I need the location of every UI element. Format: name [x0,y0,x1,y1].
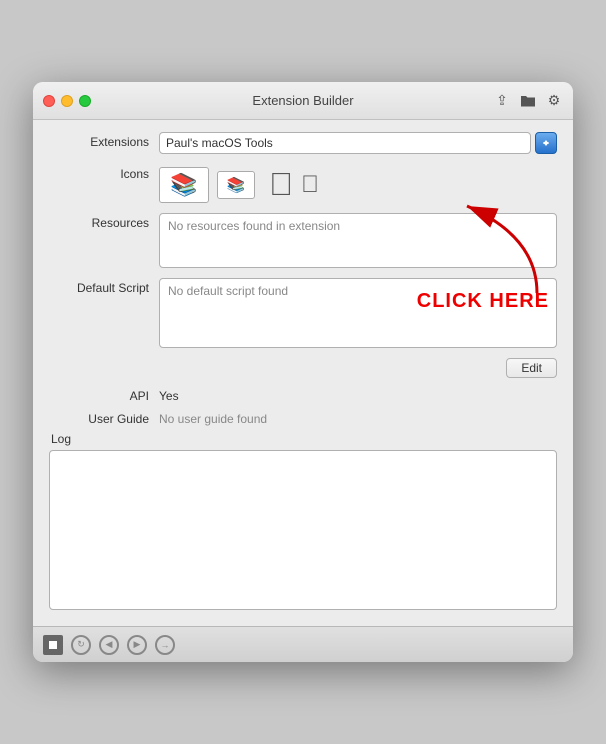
icon-box-large[interactable]: 📚 [159,167,209,203]
window-title: Extension Builder [252,93,353,108]
share-icon[interactable]: → [155,635,175,655]
userguide-row: User Guide No user guide found [49,409,557,426]
default-script-value: No default script found [159,278,557,348]
bottom-bar: ↻ ◀ ▶ → [33,626,573,662]
api-value: Yes [159,387,557,403]
resources-label: Resources [49,213,159,230]
icon-box-small[interactable]: 📚 [217,171,255,199]
book-small-icon: 📚 [227,176,246,194]
back-icon[interactable]: ◀ [99,635,119,655]
form-content: Extensions Icons 📚 📚 [33,120,573,626]
default-script-row: Default Script No default script found C… [49,278,557,348]
folder-icon[interactable] [517,90,539,112]
extensions-row: Extensions [49,132,557,154]
icons-field: 📚 📚   [159,164,557,203]
apple-icon-large:  [269,166,293,203]
api-row: API Yes [49,386,557,403]
gear-icon[interactable]: ⚙ [543,90,565,112]
api-label: API [49,386,159,403]
icons-row: Icons 📚 📚   [49,164,557,203]
log-section: Log [49,432,557,610]
user-guide-value: No user guide found [159,410,557,426]
edit-button[interactable]: Edit [506,358,557,378]
refresh-icon[interactable]: ↻ [71,635,91,655]
log-area[interactable] [49,450,557,610]
resources-value: No resources found in extension [159,213,557,268]
icons-label: Icons [49,164,159,181]
default-script-field: No default script found CLICK HERE [159,278,557,348]
extensions-label: Extensions [49,132,159,149]
apple-icon-small:  [301,171,319,199]
extensions-select-button[interactable] [535,132,557,154]
titlebar: Extension Builder ⇪ ⚙ [33,82,573,120]
maximize-button[interactable] [79,95,91,107]
log-label: Log [49,432,557,446]
user-guide-label: User Guide [49,409,159,426]
main-window: Extension Builder ⇪ ⚙ Extensions [33,82,573,662]
book-icon: 📚 [170,172,197,198]
close-button[interactable] [43,95,55,107]
stop-icon[interactable] [43,635,63,655]
toolbar: ⇪ ⚙ [491,90,565,112]
import-icon[interactable]: ⇪ [491,90,513,112]
forward-icon[interactable]: ▶ [127,635,147,655]
traffic-lights [43,95,91,107]
resources-row: Resources No resources found in extensio… [49,213,557,268]
resources-field: No resources found in extension [159,213,557,268]
edit-row: Edit [49,358,557,378]
extensions-input[interactable] [159,132,531,154]
minimize-button[interactable] [61,95,73,107]
extensions-field [159,132,557,154]
default-script-label: Default Script [49,278,159,295]
